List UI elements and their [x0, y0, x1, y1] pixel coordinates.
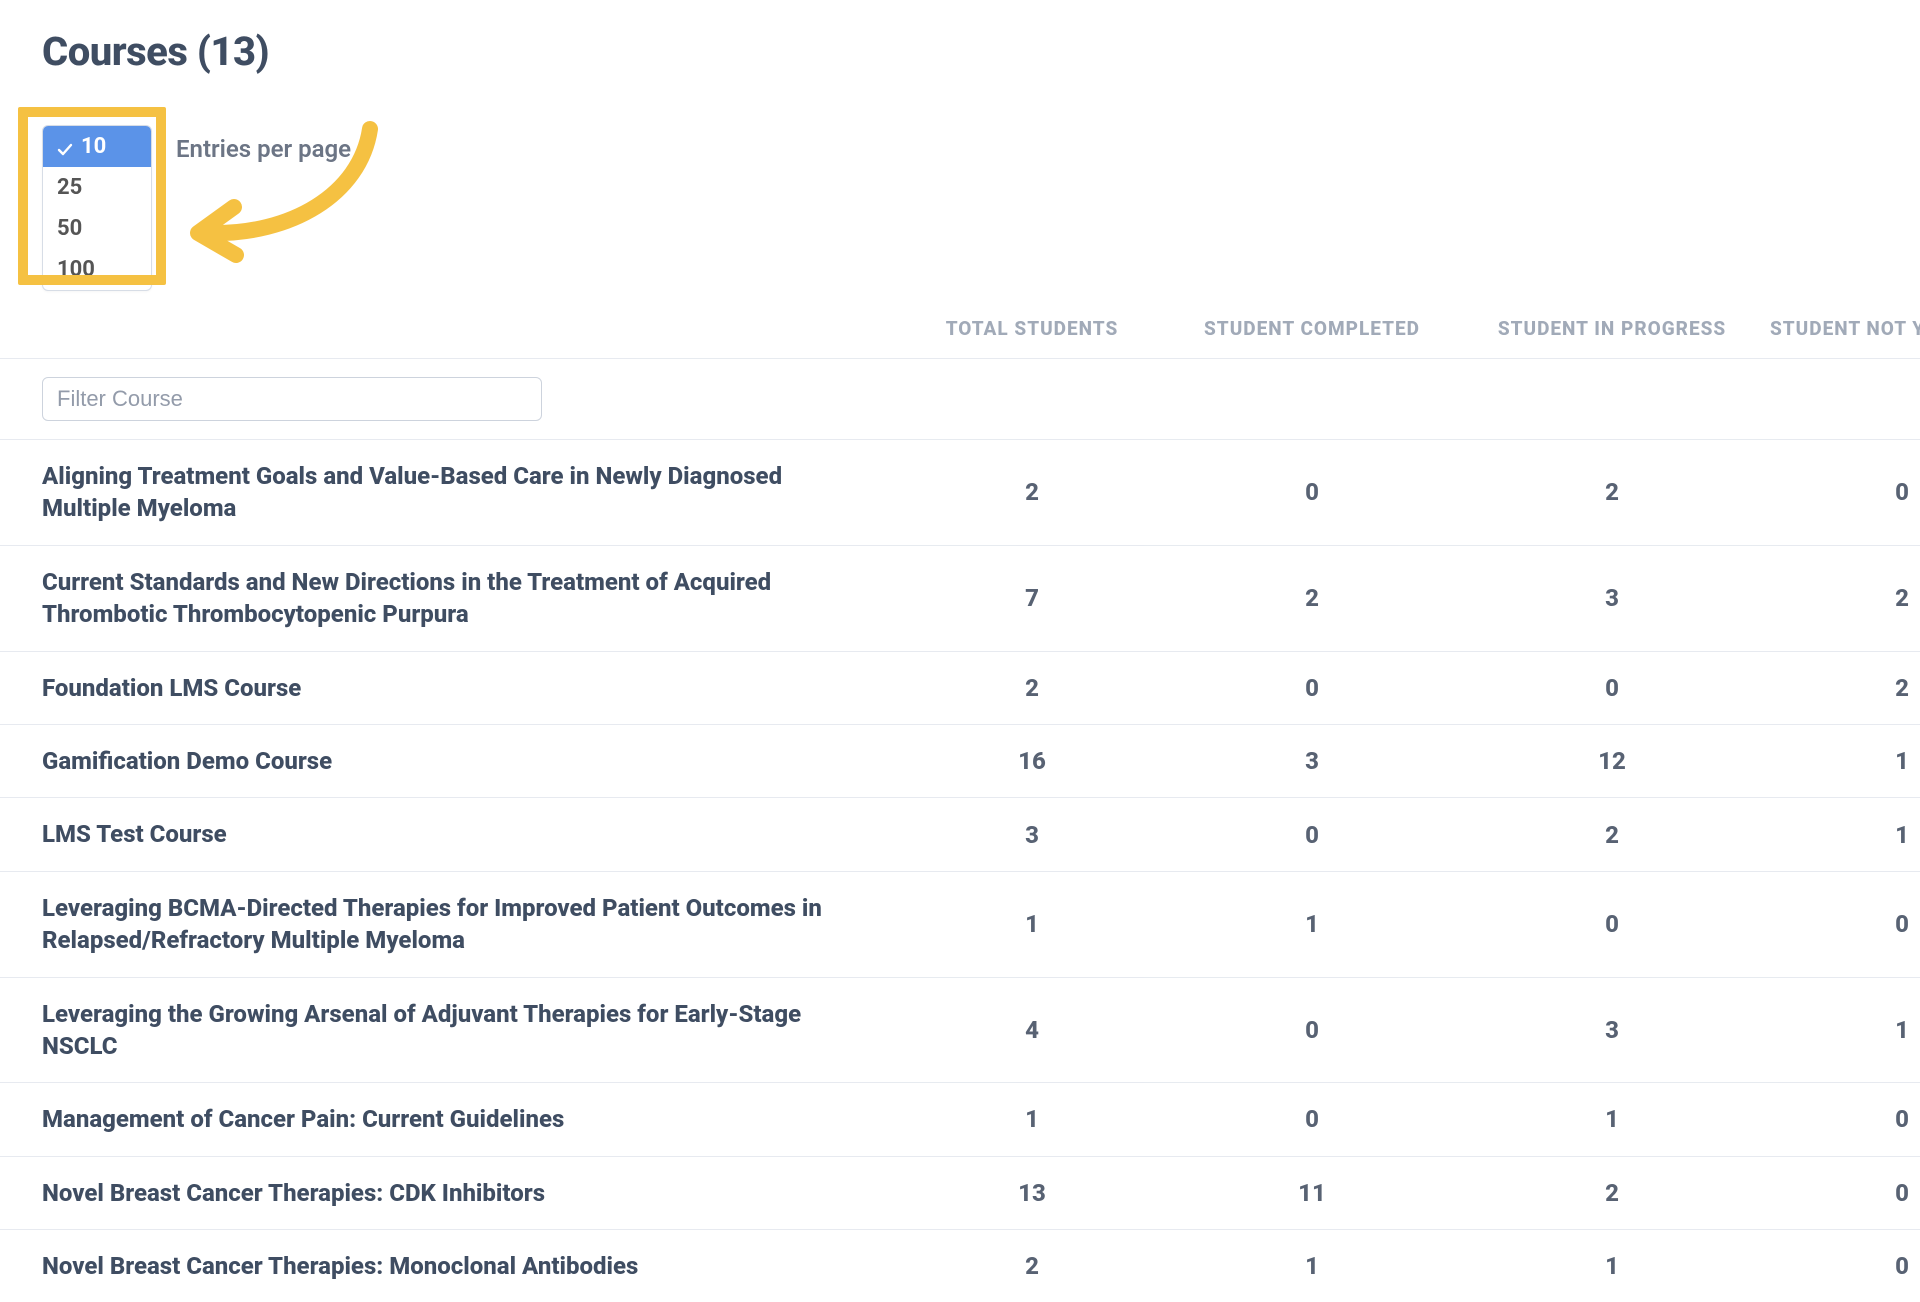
entries-option-10[interactable]: 10: [43, 126, 151, 167]
course-name-link[interactable]: Gamification Demo Course: [42, 745, 902, 777]
cell-total: 1: [902, 1105, 1162, 1133]
table-row: Novel Breast Cancer Therapies: CDK Inhib…: [0, 1156, 1920, 1229]
cell-completed: 2: [1162, 584, 1462, 612]
table-row: Leveraging the Growing Arsenal of Adjuva…: [0, 977, 1920, 1083]
page-title: Courses (13): [0, 28, 1920, 75]
entries-per-page-label: Entries per page: [176, 135, 351, 163]
table-row: Novel Breast Cancer Therapies: Monoclona…: [0, 1229, 1920, 1302]
cell-total: 4: [902, 1016, 1162, 1044]
cell-total: 2: [902, 1252, 1162, 1280]
cell-not_started: 1: [1762, 747, 1920, 775]
table-row: Management of Cancer Pain: Current Guide…: [0, 1082, 1920, 1155]
entries-option-50[interactable]: 50: [43, 208, 151, 249]
cell-not_started: 1: [1762, 1016, 1920, 1044]
cell-not_started: 0: [1762, 478, 1920, 506]
cell-in_progress: 3: [1462, 584, 1762, 612]
cell-completed: 1: [1162, 1252, 1462, 1280]
table-row: Foundation LMS Course2002: [0, 651, 1920, 724]
cell-total: 13: [902, 1179, 1162, 1207]
filter-course-input[interactable]: [42, 377, 542, 421]
cell-total: 1: [902, 910, 1162, 938]
cell-total: 2: [902, 478, 1162, 506]
course-name-link[interactable]: LMS Test Course: [42, 818, 902, 850]
entries-option-label: 50: [57, 216, 82, 241]
cell-completed: 11: [1162, 1179, 1462, 1207]
col-header-name[interactable]: [42, 311, 902, 347]
table-header-row: TOTAL STUDENTS STUDENT COMPLETED STUDENT…: [0, 299, 1920, 358]
cell-in_progress: 2: [1462, 821, 1762, 849]
cell-completed: 1: [1162, 910, 1462, 938]
course-name-link[interactable]: Management of Cancer Pain: Current Guide…: [42, 1103, 902, 1135]
course-name-link[interactable]: Leveraging the Growing Arsenal of Adjuva…: [42, 998, 902, 1063]
col-header-student-completed[interactable]: STUDENT COMPLETED: [1162, 299, 1462, 358]
cell-in_progress: 2: [1462, 478, 1762, 506]
course-name-link[interactable]: Novel Breast Cancer Therapies: CDK Inhib…: [42, 1177, 902, 1209]
cell-completed: 0: [1162, 821, 1462, 849]
table-row: Current Standards and New Directions in …: [0, 545, 1920, 651]
cell-total: 2: [902, 674, 1162, 702]
entries-option-25[interactable]: 25: [43, 167, 151, 208]
table-row: LMS Test Course3021: [0, 797, 1920, 870]
cell-in_progress: 0: [1462, 910, 1762, 938]
cell-not_started: 1: [1762, 821, 1920, 849]
col-header-total-students[interactable]: TOTAL STUDENTS: [902, 299, 1162, 358]
course-name-link[interactable]: Foundation LMS Course: [42, 672, 902, 704]
course-name-link[interactable]: Aligning Treatment Goals and Value-Based…: [42, 460, 902, 525]
cell-not_started: 2: [1762, 584, 1920, 612]
cell-total: 7: [902, 584, 1162, 612]
cell-not_started: 2: [1762, 674, 1920, 702]
course-name-link[interactable]: Novel Breast Cancer Therapies: Monoclona…: [42, 1250, 902, 1282]
cell-in_progress: 1: [1462, 1252, 1762, 1280]
table-row: Leveraging BCMA-Directed Therapies for I…: [0, 871, 1920, 977]
course-name-link[interactable]: Leveraging BCMA-Directed Therapies for I…: [42, 892, 902, 957]
cell-not_started: 0: [1762, 1252, 1920, 1280]
course-name-link[interactable]: Current Standards and New Directions in …: [42, 566, 902, 631]
cell-completed: 0: [1162, 478, 1462, 506]
entries-option-100[interactable]: 100: [43, 249, 151, 290]
col-header-student-not-yet-started[interactable]: STUDENT NOT YET STARTED: [1762, 299, 1920, 358]
cell-completed: 0: [1162, 1105, 1462, 1133]
cell-total: 16: [902, 747, 1162, 775]
cell-completed: 0: [1162, 1016, 1462, 1044]
col-header-student-in-progress[interactable]: STUDENT IN PROGRESS: [1462, 299, 1762, 358]
entries-option-label: 10: [81, 134, 106, 159]
cell-not_started: 0: [1762, 1105, 1920, 1133]
entries-per-page-dropdown[interactable]: 10 25 50 100: [42, 125, 152, 291]
table-row: Gamification Demo Course163121: [0, 724, 1920, 797]
cell-in_progress: 0: [1462, 674, 1762, 702]
entries-option-label: 25: [57, 175, 82, 200]
cell-not_started: 0: [1762, 1179, 1920, 1207]
cell-not_started: 0: [1762, 910, 1920, 938]
cell-completed: 0: [1162, 674, 1462, 702]
cell-in_progress: 2: [1462, 1179, 1762, 1207]
cell-total: 3: [902, 821, 1162, 849]
entries-option-label: 100: [57, 257, 95, 282]
table-row: Aligning Treatment Goals and Value-Based…: [0, 439, 1920, 545]
cell-completed: 3: [1162, 747, 1462, 775]
check-icon: [57, 139, 73, 155]
cell-in_progress: 12: [1462, 747, 1762, 775]
cell-in_progress: 3: [1462, 1016, 1762, 1044]
cell-in_progress: 1: [1462, 1105, 1762, 1133]
